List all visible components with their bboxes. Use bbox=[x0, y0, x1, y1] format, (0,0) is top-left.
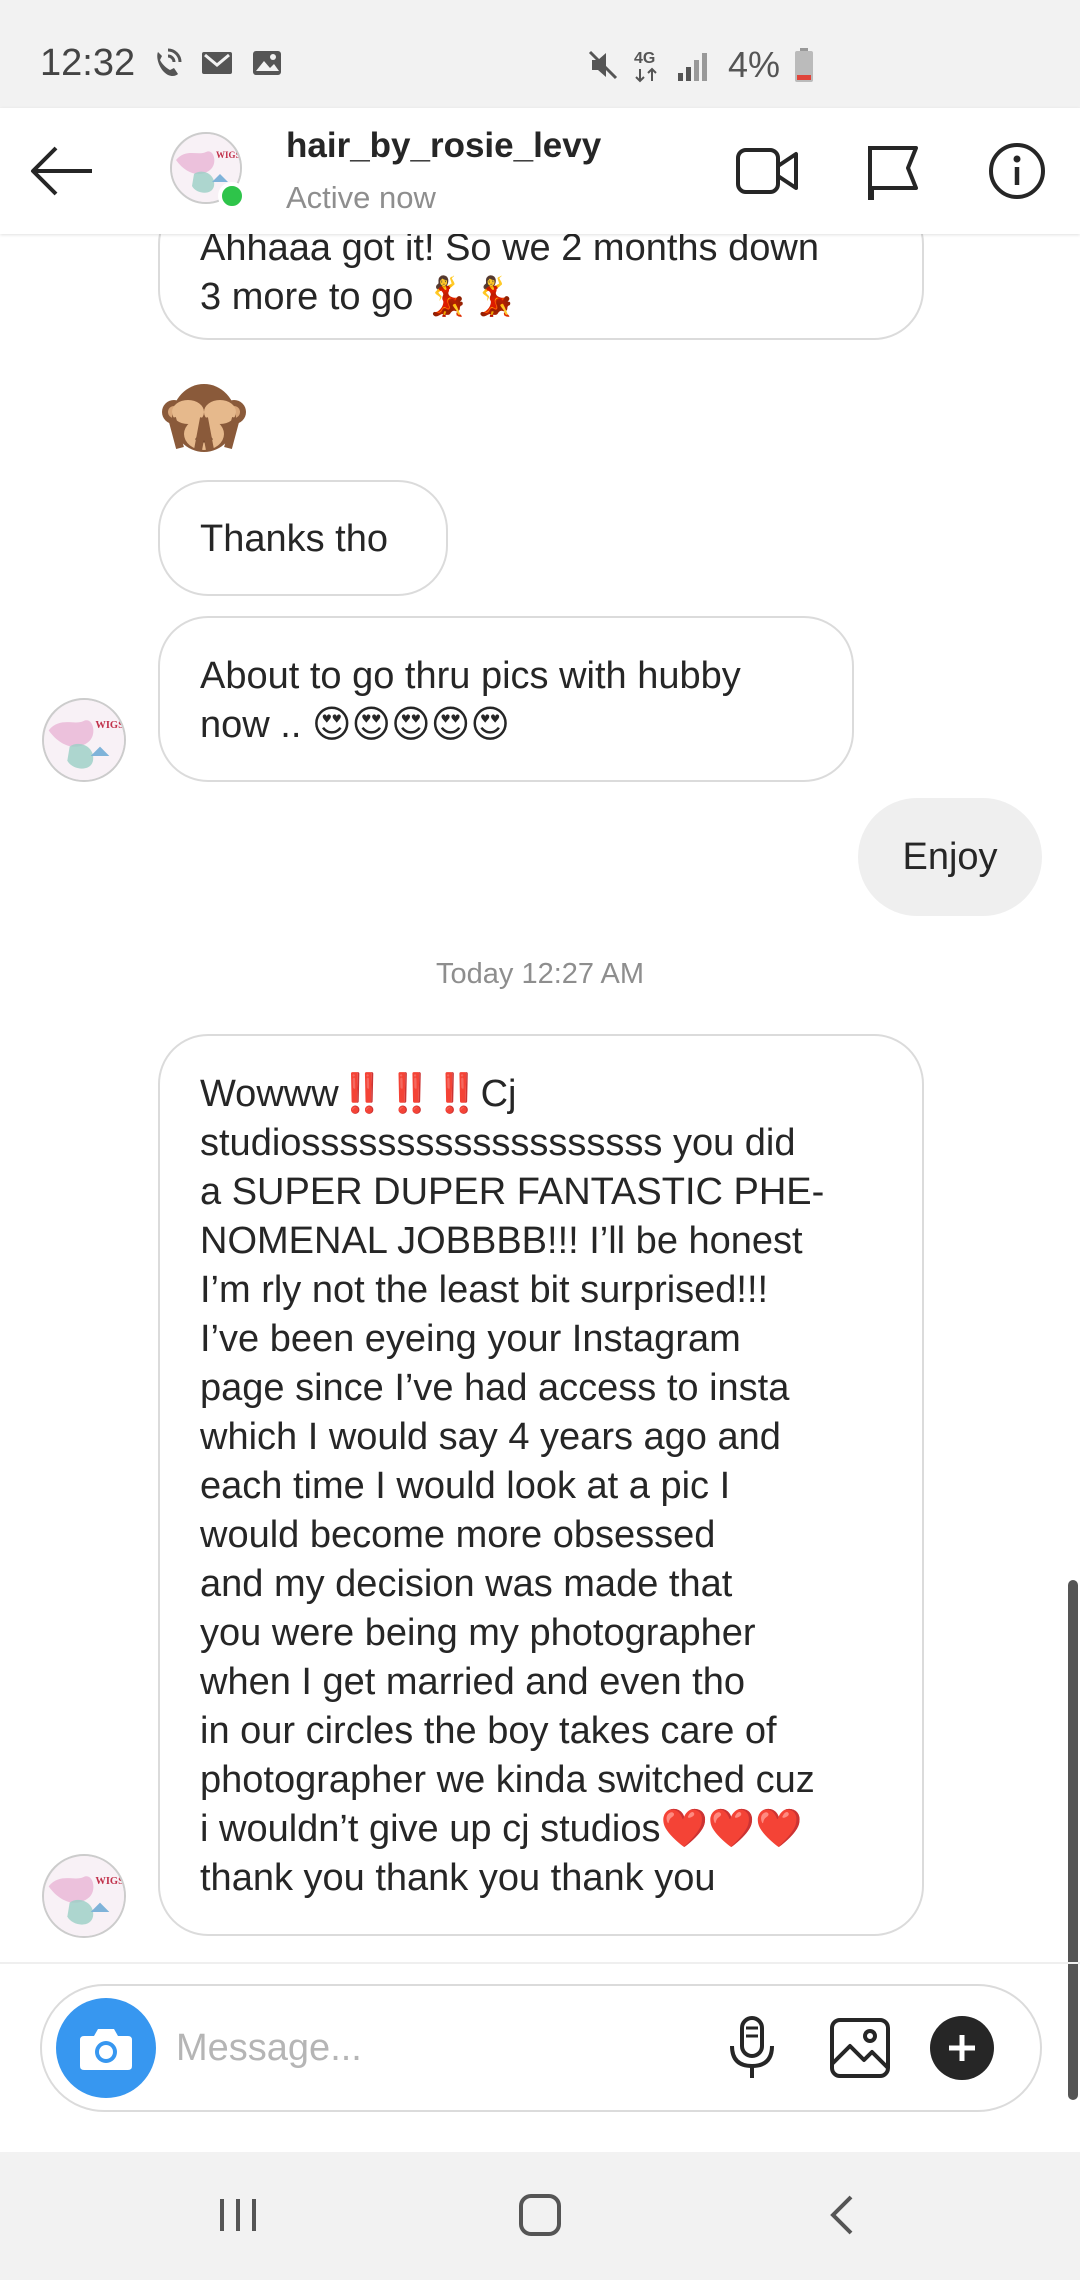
message-line: About to go thru pics with hubby bbox=[200, 655, 741, 697]
camera-button[interactable] bbox=[56, 1998, 156, 2098]
message-line: I’m rly not the least bit surprised!!! bbox=[200, 1269, 769, 1311]
back-chevron-icon bbox=[830, 2195, 853, 2235]
outgoing-message[interactable]: Enjoy bbox=[858, 798, 1042, 916]
see-no-evil-monkey-emoji[interactable] bbox=[158, 372, 250, 464]
home-button[interactable] bbox=[500, 2180, 580, 2250]
message-line: i wouldn’t give up cj studios❤️❤️❤️ bbox=[200, 1808, 803, 1850]
online-indicator bbox=[218, 182, 246, 210]
active-status: Active now bbox=[286, 180, 436, 215]
sender-avatar[interactable]: WIGS bbox=[42, 1854, 126, 1938]
message-line: 3 more to go 💃💃 bbox=[200, 276, 519, 318]
notification-icons bbox=[150, 46, 284, 80]
message-line: now .. 😍😍😍😍😍 bbox=[200, 704, 511, 746]
wifi-call-icon bbox=[157, 48, 182, 76]
message-line: NOMENAL JOBBBB!!! I’ll be honest bbox=[200, 1220, 803, 1262]
recent-apps-button[interactable] bbox=[198, 2180, 278, 2250]
system-icons: 4G 4% bbox=[586, 44, 814, 86]
back-button[interactable] bbox=[802, 2180, 882, 2250]
chat-header: WIGS hair_by_rosie_levy Active now bbox=[0, 108, 1080, 234]
status-bar: 12:32 4G 4% bbox=[0, 0, 1080, 108]
message-line: each time I would look at a pic I bbox=[200, 1465, 731, 1507]
mute-icon bbox=[588, 50, 618, 80]
message-text: Enjoy bbox=[902, 835, 998, 878]
message-line: in our circles the boy takes care of bbox=[200, 1710, 777, 1752]
message-line: Wowww‼️‼️‼️Cj bbox=[200, 1073, 517, 1115]
profile-picture: WIGS bbox=[44, 700, 124, 780]
svg-text:WIGS: WIGS bbox=[216, 150, 241, 160]
message-thread[interactable]: Ahhaaa got it! So we 2 months down 3 mor… bbox=[0, 234, 1080, 1962]
message-line: when I get married and even tho bbox=[200, 1661, 746, 1703]
profile-picture: WIGS bbox=[44, 1856, 124, 1936]
flag-icon[interactable] bbox=[858, 140, 924, 202]
signal-4g-icon: 4G bbox=[634, 50, 707, 83]
message-composer bbox=[40, 1984, 1042, 2112]
message-text: Thanks tho bbox=[200, 518, 388, 560]
message-line: studiosssssssssssssssssss you did bbox=[200, 1122, 796, 1164]
gallery-icon[interactable] bbox=[826, 2014, 894, 2082]
scrollbar[interactable] bbox=[1068, 1580, 1078, 2100]
incoming-message[interactable]: Wowww‼️‼️‼️Cj studiosssssssssssssssssss y… bbox=[158, 1034, 924, 1936]
message-line: which I would say 4 years ago and bbox=[200, 1416, 781, 1458]
svg-text:WIGS: WIGS bbox=[95, 720, 124, 731]
message-line: photographer we kinda switched cuz bbox=[200, 1759, 815, 1801]
sender-avatar[interactable]: WIGS bbox=[42, 698, 126, 782]
incoming-message[interactable]: About to go thru pics with hubby now .. … bbox=[158, 616, 854, 782]
message-line: you were being my photographer bbox=[200, 1612, 756, 1654]
microphone-icon[interactable] bbox=[718, 2014, 786, 2082]
plus-icon bbox=[949, 2035, 975, 2061]
camera-icon bbox=[80, 2029, 132, 2070]
svg-text:4G: 4G bbox=[634, 50, 655, 67]
back-arrow-icon[interactable] bbox=[26, 138, 96, 204]
message-timestamp: Today 12:27 AM bbox=[436, 958, 644, 990]
message-line: thank you thank you thank you bbox=[200, 1857, 716, 1899]
message-text: Wowww‼️‼️‼️Cj studiosssssssssssssssssss y… bbox=[160, 1036, 922, 1903]
recent-apps-icon bbox=[220, 2199, 256, 2231]
status-time: 12:32 bbox=[40, 42, 136, 84]
home-icon bbox=[519, 2194, 561, 2236]
incoming-message[interactable]: Thanks tho bbox=[158, 480, 448, 596]
system-navigation-bar bbox=[0, 2152, 1080, 2280]
message-line: page since I’ve had access to insta bbox=[200, 1367, 790, 1409]
message-input[interactable] bbox=[176, 2016, 676, 2080]
battery-percentage: 4% bbox=[728, 44, 781, 85]
svg-text:WIGS: WIGS bbox=[95, 1876, 124, 1887]
message-line: a SUPER DUPER FANTASTIC PHE- bbox=[200, 1171, 825, 1213]
message-line: and my decision was made that bbox=[200, 1563, 733, 1605]
info-icon[interactable] bbox=[984, 140, 1050, 202]
gallery-notification-icon bbox=[253, 51, 281, 75]
message-line: Ahhaaa got it! So we 2 months down bbox=[200, 234, 819, 269]
gmail-icon bbox=[202, 52, 232, 74]
incoming-message[interactable]: Ahhaaa got it! So we 2 months down 3 mor… bbox=[158, 234, 924, 340]
conversation-username[interactable]: hair_by_rosie_levy bbox=[286, 126, 601, 166]
message-line: I’ve been eyeing your Instagram bbox=[200, 1318, 741, 1360]
divider bbox=[0, 1962, 1080, 1964]
add-button[interactable] bbox=[930, 2016, 994, 2080]
battery-icon bbox=[795, 48, 814, 82]
message-line: would become more obsessed bbox=[200, 1514, 716, 1556]
video-camera-icon[interactable] bbox=[734, 140, 800, 202]
